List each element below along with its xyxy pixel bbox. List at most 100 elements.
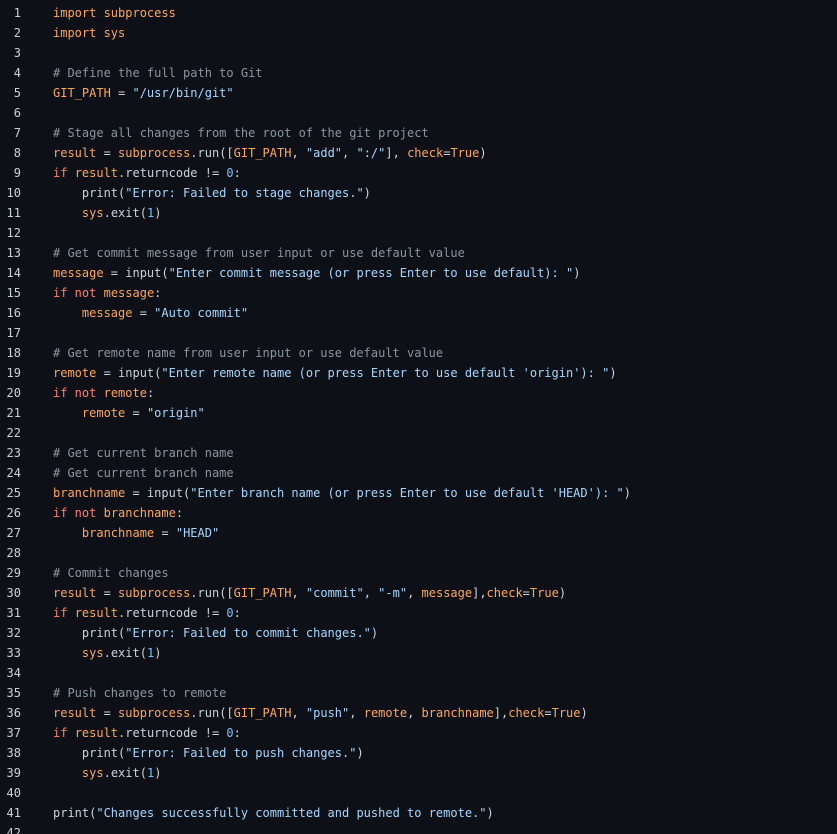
- code-line: 36 result = subprocess.run([GIT_PATH, "pu…: [0, 703, 837, 723]
- code-token: result: [53, 706, 97, 720]
- line-number: 18: [6, 346, 21, 360]
- code-token: if: [53, 726, 68, 740]
- line-number: 40: [6, 786, 21, 800]
- line-number: 12: [6, 226, 21, 240]
- line-number: 42: [6, 826, 21, 834]
- code-token: result: [74, 166, 119, 180]
- line-content: print("Changes successfully committed an…: [53, 803, 494, 823]
- code-token: print(: [53, 746, 126, 760]
- code-token: # Define the full path to Git: [53, 66, 263, 80]
- code-token: True: [529, 586, 559, 600]
- code-token: ],: [493, 706, 509, 720]
- line-content: sys.exit(1): [53, 763, 162, 783]
- line-content: print("Error: Failed to push changes."): [53, 743, 364, 763]
- code-line: 38 print("Error: Failed to push changes.…: [0, 743, 837, 763]
- code-token: = input(: [96, 366, 162, 380]
- code-token: .returncode !=: [118, 166, 227, 180]
- code-token: .returncode !=: [118, 726, 227, 740]
- line-content: # Commit changes: [53, 563, 169, 583]
- line-content: if result.returncode != 0:: [53, 723, 241, 743]
- code-token: "origin": [146, 406, 205, 420]
- code-line: 40: [0, 783, 837, 803]
- code-token: ): [580, 706, 588, 720]
- line-number: 39: [6, 766, 21, 780]
- line-content: remote = "origin": [53, 403, 205, 423]
- code-token: :: [233, 606, 241, 620]
- code-token: "commit": [305, 586, 364, 600]
- line-number: 37: [6, 726, 21, 740]
- code-token: subprocess: [118, 586, 191, 600]
- code-line: 28: [0, 543, 837, 563]
- line-content: # Get commit message from user input or …: [53, 243, 465, 263]
- code-token: =: [96, 586, 119, 600]
- code-view[interactable]: 1 import subprocess 2 import sys 3 4 # Define …: [0, 0, 837, 834]
- code-token: "Changes successfully committed and push…: [96, 806, 487, 820]
- line-content: GIT_PATH = "/usr/bin/git": [53, 83, 234, 103]
- code-line: 7 # Stage all changes from the root of th…: [0, 123, 837, 143]
- line-content: print("Error: Failed to stage changes."): [53, 183, 371, 203]
- code-token: print(: [53, 186, 126, 200]
- code-token: ":/": [356, 146, 386, 160]
- code-line: 37 if result.returncode != 0:: [0, 723, 837, 743]
- code-line: 34: [0, 663, 837, 683]
- code-token: ,: [291, 706, 306, 720]
- code-token: 0: [226, 166, 234, 180]
- code-token: :: [175, 506, 184, 520]
- code-token: remote: [53, 366, 97, 380]
- code-token: "Error: Failed to push changes.": [125, 746, 357, 760]
- code-token: "push": [305, 706, 350, 720]
- code-token: result: [74, 726, 119, 740]
- code-token: ): [356, 746, 364, 760]
- code-token: print(: [53, 626, 126, 640]
- code-token: GIT_PATH: [53, 86, 111, 100]
- code-token: .exit(: [103, 766, 147, 780]
- code-token: if not: [53, 286, 97, 300]
- line-number: 20: [6, 386, 21, 400]
- code-token: =: [96, 146, 119, 160]
- code-line: 1 import subprocess: [0, 3, 837, 23]
- line-number: 24: [6, 466, 21, 480]
- line-number: 8: [13, 146, 21, 160]
- code-token: ,: [407, 586, 422, 600]
- code-token: ): [573, 266, 581, 280]
- line-content: if result.returncode != 0:: [53, 603, 241, 623]
- line-number: 6: [13, 106, 21, 120]
- code-token: # Stage all changes from the root of the…: [53, 126, 429, 140]
- code-token: branchname: [421, 706, 494, 720]
- code-token: check: [486, 586, 523, 600]
- code-token: sys: [81, 206, 104, 220]
- line-content: if not branchname:: [53, 503, 183, 523]
- code-line: 23 # Get current branch name: [0, 443, 837, 463]
- code-line: 2 import sys: [0, 23, 837, 43]
- code-token: # Get commit message from user input or …: [53, 246, 465, 260]
- line-content: # Stage all changes from the root of the…: [53, 123, 429, 143]
- code-token: True: [450, 146, 480, 160]
- line-number: 1: [13, 6, 21, 20]
- line-content: branchname = "HEAD": [53, 523, 219, 543]
- code-token: # Commit changes: [53, 566, 169, 580]
- line-number: 14: [6, 266, 21, 280]
- line-number: 16: [6, 306, 21, 320]
- code-token: .exit(: [103, 206, 147, 220]
- line-content: sys.exit(1): [53, 643, 162, 663]
- line-content: if result.returncode != 0:: [53, 163, 241, 183]
- code-token: = input(: [125, 486, 191, 500]
- code-token: True: [551, 706, 581, 720]
- line-number: 21: [6, 406, 21, 420]
- line-content: sys.exit(1): [53, 203, 162, 223]
- code-token: # Push changes to remote: [53, 686, 227, 700]
- code-token: "Error: Failed to stage changes.": [125, 186, 364, 200]
- code-token: ): [154, 766, 162, 780]
- line-content: print("Error: Failed to commit changes."…: [53, 623, 378, 643]
- code-token: 0: [226, 726, 234, 740]
- code-line: 18 # Get remote name from user input or u…: [0, 343, 837, 363]
- code-line: 9 if result.returncode != 0:: [0, 163, 837, 183]
- code-line: 33 sys.exit(1): [0, 643, 837, 663]
- code-line: 5 GIT_PATH = "/usr/bin/git": [0, 83, 837, 103]
- line-content: remote = input("Enter remote name (or pr…: [53, 363, 617, 383]
